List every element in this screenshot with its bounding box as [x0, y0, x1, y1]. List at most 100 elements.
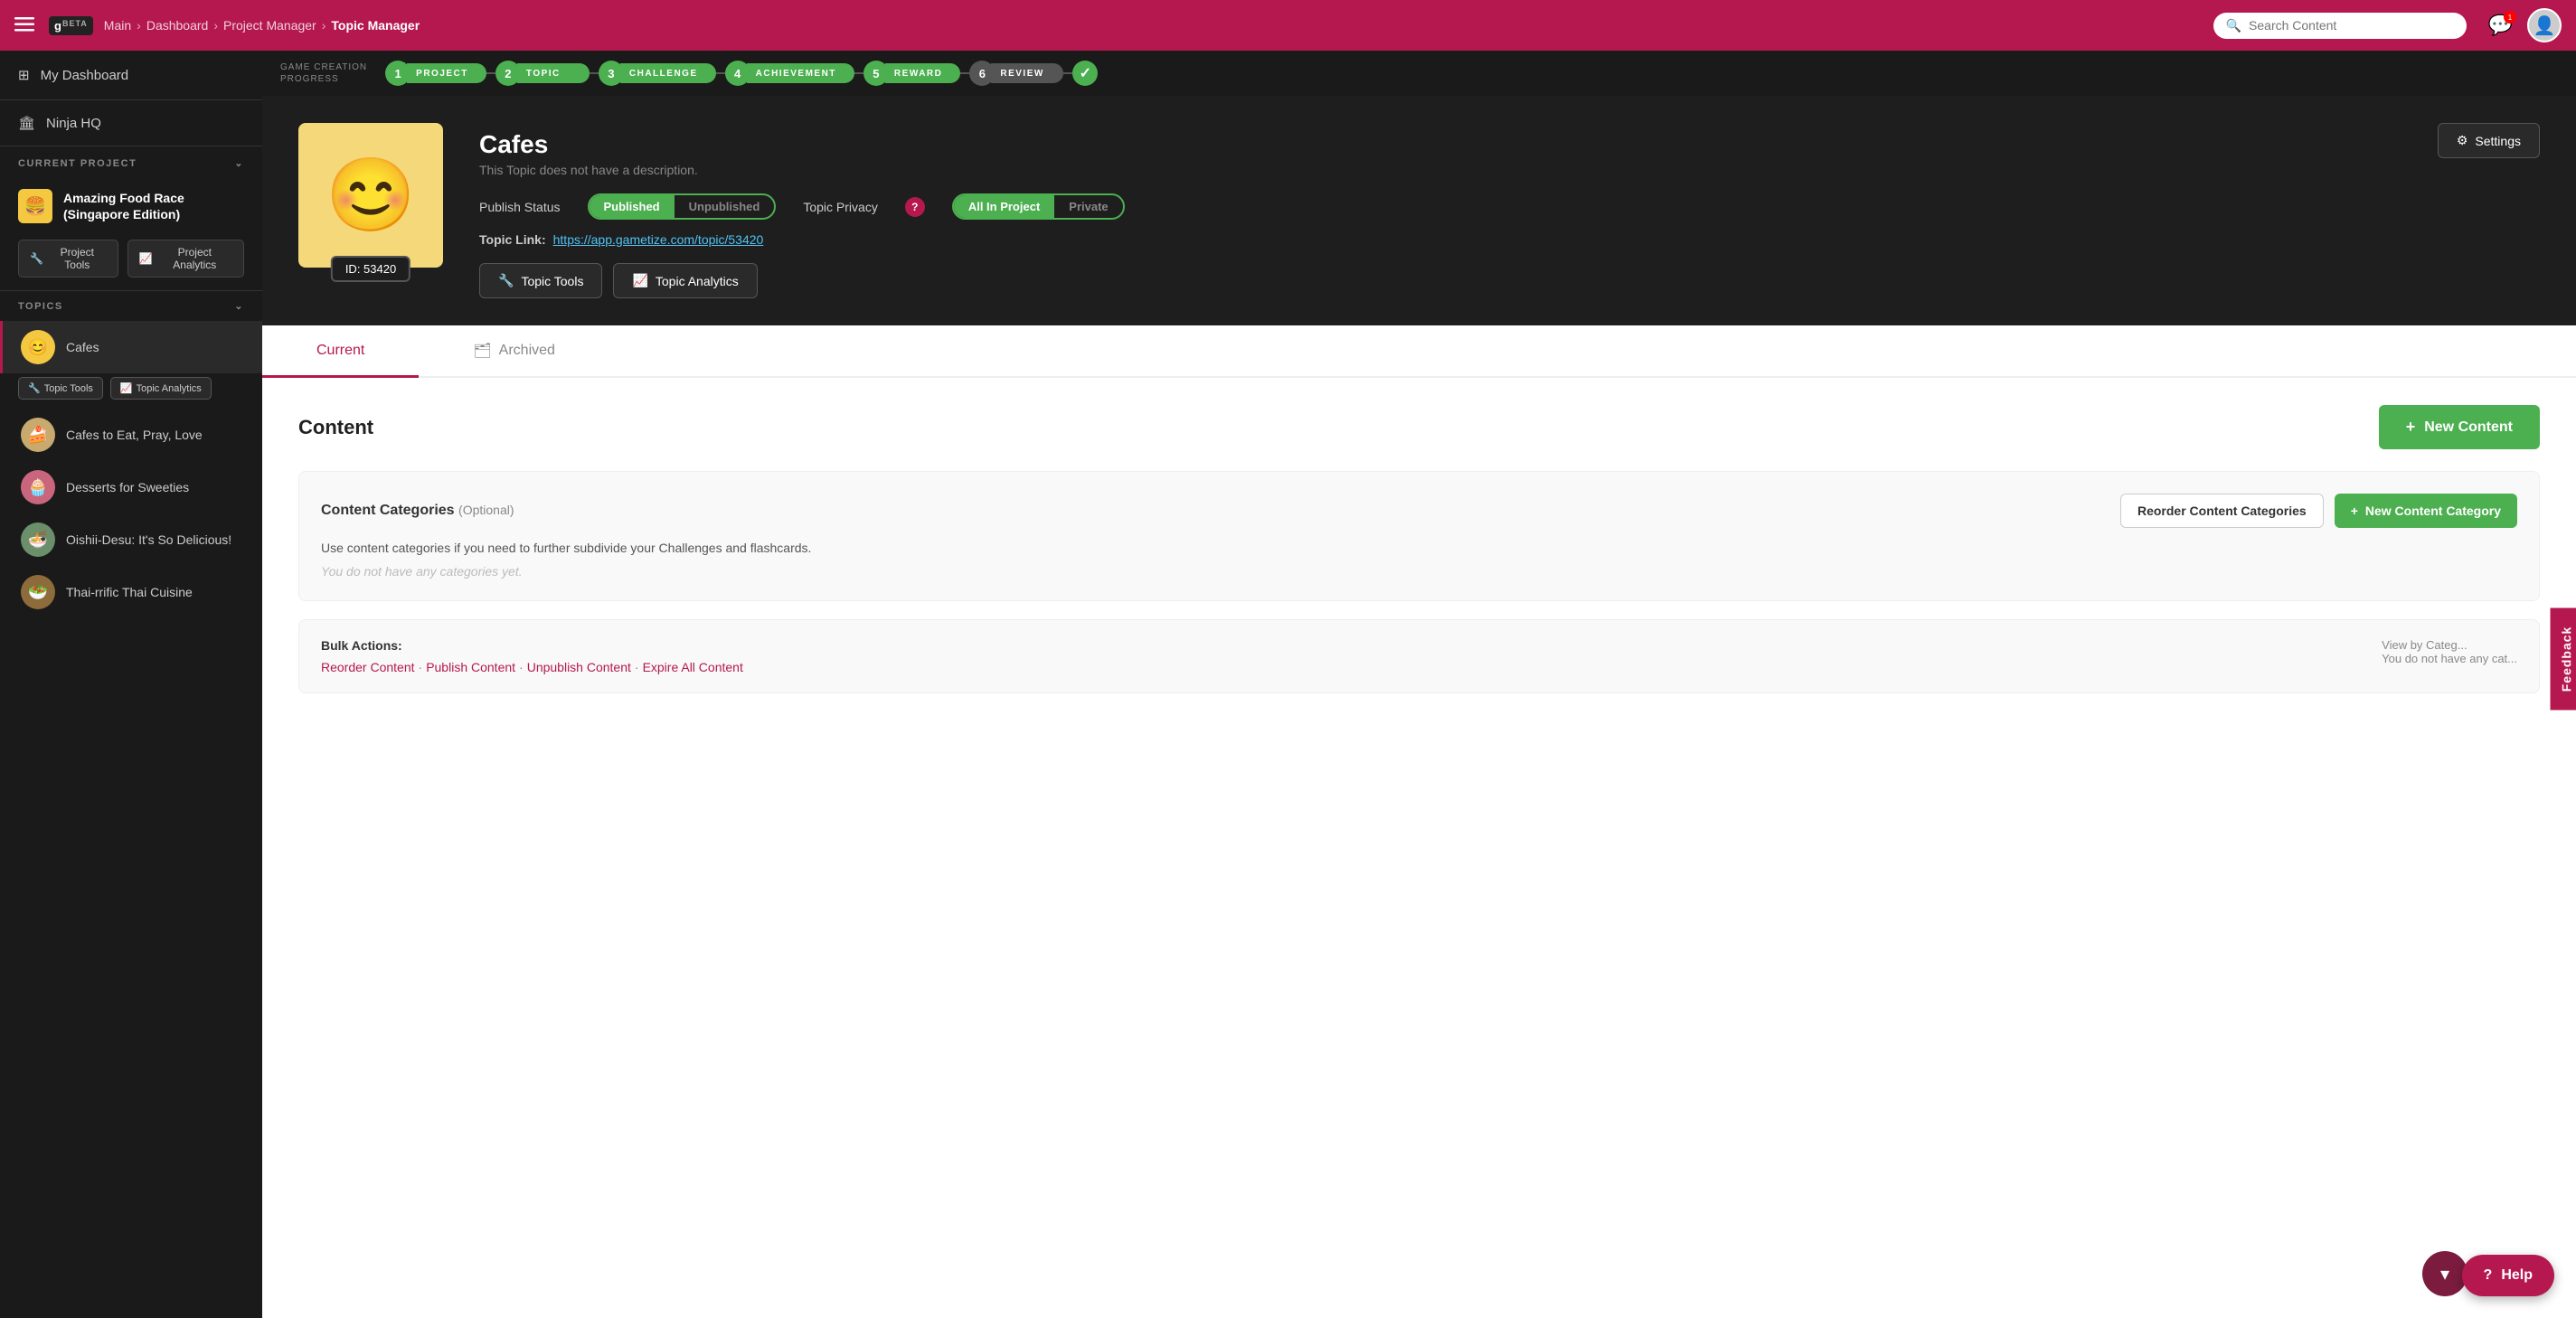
chart-small-icon: 📈 [120, 382, 133, 394]
tab-current[interactable]: Current [262, 325, 419, 378]
reorder-categories-button[interactable]: Reorder Content Categories [2120, 494, 2324, 528]
step-circle-5: 5 [863, 61, 889, 86]
sidebar-topic-oishii[interactable]: 🍜 Oishii-Desu: It's So Delicious! [0, 513, 262, 566]
categories-empty-message: You do not have any categories yet. [321, 564, 2517, 579]
sidebar-topic-desserts[interactable]: 🧁 Desserts for Sweeties [0, 461, 262, 513]
feedback-tab[interactable]: Feedback [2551, 608, 2576, 711]
topic-tools-button[interactable]: 🔧 Topic Tools [18, 377, 103, 400]
expire-all-content-link[interactable]: Expire All Content [643, 660, 743, 674]
logo-area: gBETA [49, 16, 93, 35]
progress-step-6: 6 REVIEW [969, 61, 1063, 86]
step-label-5: REWARD [885, 63, 960, 83]
step-label-4: ACHIEVEMENT [747, 63, 854, 83]
project-icon: 🍔 [18, 189, 52, 223]
breadcrumb-project-manager[interactable]: Project Manager [223, 18, 316, 33]
privacy-label: Topic Privacy [803, 200, 877, 214]
sidebar-topic-thai[interactable]: 🥗 Thai-rrific Thai Cuisine [0, 566, 262, 618]
view-by-area: View by Categ... You do not have any cat… [2382, 638, 2517, 665]
tab-archived[interactable]: 🗂 Archived [419, 325, 609, 376]
progress-step-4: 4 ACHIEVEMENT [725, 61, 854, 86]
topic-header: 😊 ID: 53420 Cafes This Topic does not ha… [262, 96, 2576, 325]
project-name: Amazing Food Race (Singapore Edition) [63, 190, 244, 222]
topic-description: This Topic does not have a description. [479, 163, 2411, 177]
wrench-small-icon: 🔧 [28, 382, 41, 394]
publish-content-link[interactable]: Publish Content [426, 660, 515, 674]
topic-analytics-main-button[interactable]: 📈 Topic Analytics [613, 263, 757, 298]
main-content-area: GAME CREATIONPROGRESS 1 PROJECT 2 TOPIC … [262, 51, 2576, 1318]
privacy-help-icon[interactable]: ? [905, 197, 925, 217]
active-topic-name: Cafes [66, 340, 99, 354]
breadcrumb-dashboard[interactable]: Dashboard [146, 18, 209, 33]
chevron-down-icon[interactable]: ⌄ [234, 157, 244, 169]
project-tools-button[interactable]: 🔧 Project Tools [18, 240, 118, 278]
nav-icons: 💬 1 👤 [2488, 8, 2562, 42]
unpublished-option[interactable]: Unpublished [675, 195, 775, 218]
archive-icon: 🗂 [473, 342, 491, 360]
search-box: 🔍 [2213, 13, 2467, 39]
hamburger-menu-icon[interactable] [14, 14, 34, 37]
scroll-down-button[interactable]: ▾ [2422, 1251, 2467, 1296]
step-label-2: TOPIC [517, 63, 590, 83]
chart-icon-main: 📈 [632, 273, 647, 288]
help-circle-icon: ? [2484, 1267, 2493, 1284]
topic-link-label: Topic Link: [479, 232, 546, 247]
new-content-button[interactable]: + New Content [2379, 405, 2540, 449]
step-connector-6 [1063, 72, 1072, 74]
active-topic-thumb: 😊 [21, 330, 55, 364]
topic-analytics-button[interactable]: 📈 Topic Analytics [110, 377, 212, 400]
sidebar-item-my-dashboard[interactable]: ⊞ My Dashboard [0, 51, 262, 99]
ninja-hq-icon: 🏛 [18, 115, 35, 131]
content-tabs: Current 🗂 Archived [262, 325, 2576, 378]
topic-avatar-wrapper: 😊 ID: 53420 [298, 123, 443, 268]
published-option[interactable]: Published [590, 195, 675, 218]
reorder-content-link[interactable]: Reorder Content [321, 660, 415, 674]
bulk-actions-card: Bulk Actions: Reorder Content · Publish … [298, 619, 2540, 693]
topic-link-row: Topic Link: https://app.gametize.com/top… [479, 232, 2411, 247]
bulk-actions-label: Bulk Actions: [321, 638, 743, 653]
step-label-6: REVIEW [991, 63, 1063, 83]
current-project-header: CURRENT PROJECT ⌄ [0, 146, 262, 178]
topic-name-3: Thai-rrific Thai Cuisine [66, 585, 193, 599]
progress-step-2: 2 TOPIC [495, 61, 590, 86]
chat-badge: 1 [2504, 11, 2516, 24]
step-label-1: PROJECT [407, 63, 486, 83]
private-option[interactable]: Private [1054, 195, 1122, 218]
chevron-down-icon-topics[interactable]: ⌄ [234, 300, 244, 312]
settings-button[interactable]: ⚙ Settings [2438, 123, 2540, 158]
chat-button[interactable]: 💬 1 [2488, 14, 2513, 37]
step-circle-2: 2 [495, 61, 521, 86]
dashboard-icon: ⊞ [18, 67, 30, 83]
breadcrumb-main[interactable]: Main [104, 18, 131, 33]
content-section-title: Content [298, 416, 373, 439]
step-connector-2 [590, 72, 599, 74]
topic-thumb-2: 🍜 [21, 522, 55, 557]
progress-step-3: 3 CHALLENGE [599, 61, 716, 86]
sidebar-topic-cafes-eat[interactable]: 🍰 Cafes to Eat, Pray, Love [0, 409, 262, 461]
unpublish-content-link[interactable]: Unpublish Content [527, 660, 631, 674]
topic-avatar: 😊 [298, 123, 443, 268]
search-input[interactable] [2249, 18, 2454, 33]
wrench-icon-main: 🔧 [498, 273, 514, 288]
topic-name-0: Cafes to Eat, Pray, Love [66, 428, 203, 442]
progress-label: GAME CREATIONPROGRESS [280, 61, 367, 85]
search-icon: 🔍 [2226, 18, 2241, 33]
all-in-project-option[interactable]: All In Project [954, 195, 1054, 218]
view-by-note: You do not have any cat... [2382, 652, 2517, 665]
project-analytics-button[interactable]: 📈 Project Analytics [127, 240, 244, 278]
topic-tools-main-button[interactable]: 🔧 Topic Tools [479, 263, 602, 298]
plus-icon-category: + [2351, 504, 2358, 518]
step-label-3: CHALLENGE [620, 63, 716, 83]
topic-title: Cafes [479, 130, 2411, 159]
progress-bar: GAME CREATIONPROGRESS 1 PROJECT 2 TOPIC … [262, 51, 2576, 96]
avatar[interactable]: 👤 [2527, 8, 2562, 42]
help-button[interactable]: ? Help [2462, 1255, 2554, 1296]
step-circle-3: 3 [599, 61, 624, 86]
topic-link-url[interactable]: https://app.gametize.com/topic/53420 [553, 232, 764, 247]
topic-thumb-1: 🧁 [21, 470, 55, 504]
sidebar-active-topic[interactable]: 😊 Cafes [0, 321, 262, 373]
sidebar-item-ninja-hq[interactable]: 🏛 Ninja HQ [0, 99, 262, 146]
wrench-icon: 🔧 [30, 252, 43, 265]
privacy-toggle-group: All In Project Private [952, 193, 1125, 220]
topic-action-buttons: 🔧 Topic Tools 📈 Topic Analytics [479, 263, 2411, 298]
new-category-button[interactable]: + New Content Category [2335, 494, 2517, 528]
